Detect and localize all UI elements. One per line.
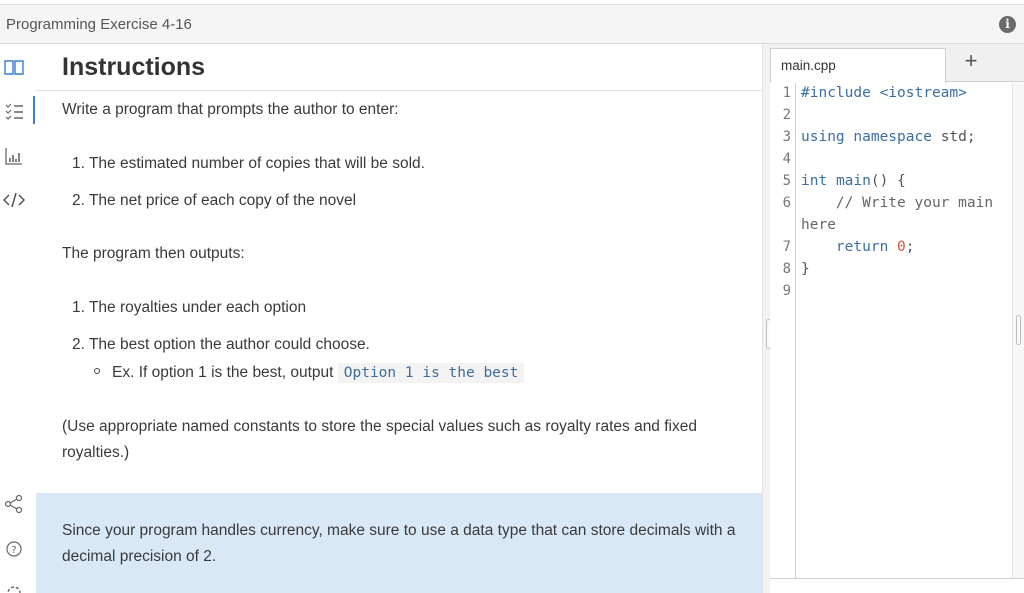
exercise-title: Programming Exercise 4-16 — [6, 16, 192, 33]
tab-label: main.cpp — [781, 58, 836, 73]
add-file-button[interactable]: + — [954, 47, 988, 77]
tab-main-cpp[interactable]: main.cpp — [770, 48, 946, 83]
code-line-6: // Write your main — [801, 195, 994, 211]
editor-bottom-bar — [770, 578, 1024, 593]
tip-callout: Since your program handles currency, mak… — [36, 493, 762, 593]
line-number: 2 — [782, 107, 791, 123]
input-item-2: 2. The net price of each copy of the nov… — [72, 192, 357, 209]
info-icon[interactable]: i — [999, 16, 1016, 33]
bullet-dot — [94, 367, 100, 374]
input-item-1: 1. The estimated number of copies that w… — [72, 155, 425, 172]
title-bar: Programming Exercise 4-16 i — [0, 4, 1024, 44]
line-number: 3 — [782, 129, 791, 145]
chart-icon[interactable] — [3, 145, 25, 167]
share-icon[interactable] — [3, 493, 25, 515]
instructions-panel: Instructions Write a program that prompt… — [36, 44, 762, 593]
instructions-header: Instructions — [36, 44, 762, 91]
line-number: 7 — [782, 239, 791, 255]
code-line-3: using namespace std; — [801, 129, 976, 145]
instructions-heading: Instructions — [62, 53, 206, 81]
book-icon[interactable] — [3, 56, 25, 78]
list-icon[interactable] — [3, 100, 25, 122]
tip-text: Since your program handles currency, mak… — [62, 522, 736, 565]
line-number: 4 — [782, 151, 791, 167]
example-bullet: Ex. If option 1 is the best, output Opti… — [94, 363, 525, 383]
editor-scrollbar[interactable] — [1012, 83, 1024, 583]
code-line-7: return 0; — [835, 239, 915, 255]
code-area[interactable]: 1 2 3 4 5 6 7 8 9 #include <iostream> us… — [770, 83, 1014, 583]
example-output-code: Option 1 is the best — [337, 363, 525, 383]
code-editor: main.cpp + 1 2 3 4 5 6 7 8 9 #include <i… — [770, 44, 1024, 593]
line-number: 5 — [782, 173, 791, 189]
code-line-8: } — [801, 261, 810, 277]
line-number: 9 — [782, 283, 791, 299]
settings-icon[interactable] — [3, 582, 25, 593]
code-icon[interactable] — [3, 189, 25, 211]
constants-note: (Use appropriate named constants to stor… — [62, 418, 697, 461]
active-indicator — [33, 96, 35, 124]
output-item-1: 1. The royalties under each option — [72, 299, 307, 316]
panel-splitter[interactable] — [762, 44, 771, 593]
outputs-intro-text: The program then outputs: — [62, 245, 245, 262]
line-number: 1 — [782, 85, 791, 101]
code-line-1: #include <iostream> — [801, 85, 967, 101]
example-text: Ex. If option 1 is the best, output — [112, 364, 334, 381]
code-line-6-wrap: here — [801, 217, 836, 233]
left-icon-rail: ? — [0, 44, 36, 593]
editor-scroll-grip[interactable] — [1016, 315, 1021, 345]
line-number: 6 — [782, 195, 791, 211]
line-number-gutter: 1 2 3 4 5 6 7 8 9 — [770, 83, 796, 583]
intro-text: Write a program that prompts the author … — [62, 101, 399, 118]
editor-tab-bar: main.cpp + — [770, 44, 1024, 83]
help-icon[interactable]: ? — [3, 538, 25, 560]
code-line-5: int main() { — [801, 173, 906, 189]
output-item-2: 2. The best option the author could choo… — [72, 336, 370, 353]
svg-text:?: ? — [11, 545, 16, 556]
line-number: 8 — [782, 261, 791, 277]
